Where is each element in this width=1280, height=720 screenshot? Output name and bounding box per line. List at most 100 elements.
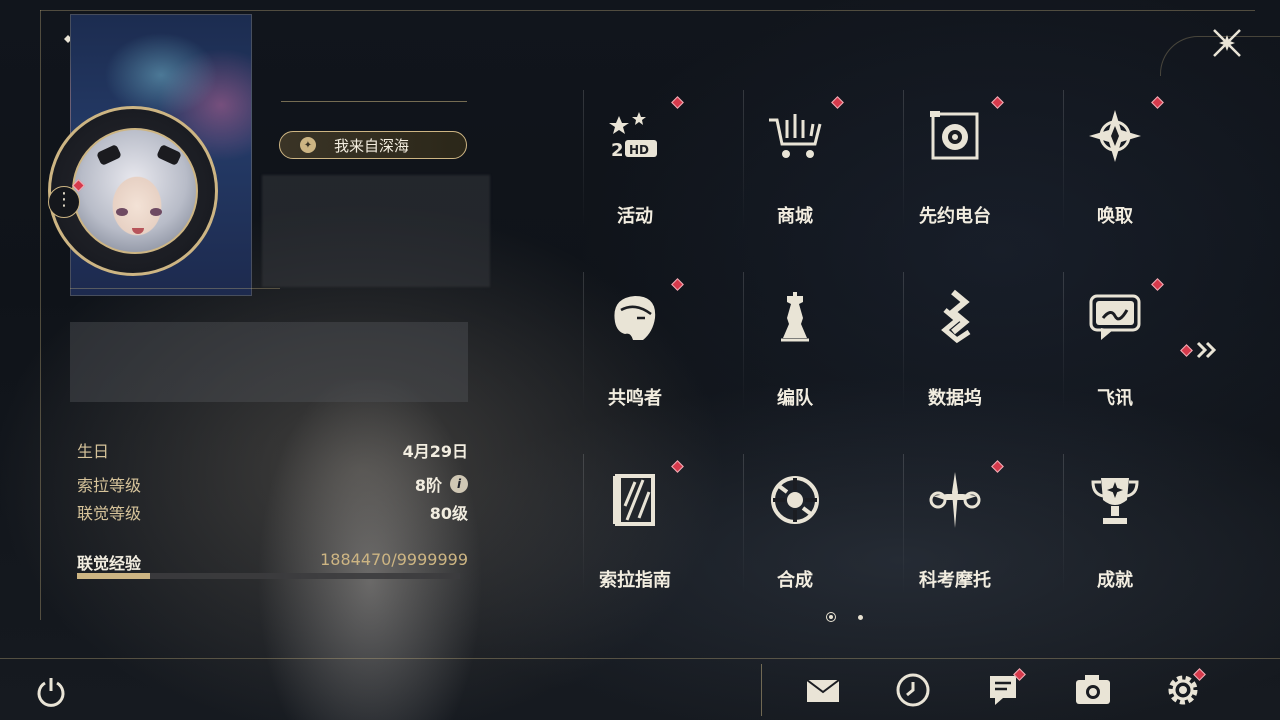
exp-progress-fill	[77, 573, 150, 579]
camera-icon	[1076, 675, 1110, 704]
hidden-player-info	[262, 175, 490, 287]
mail-icon	[806, 679, 840, 702]
exp-progress-bar	[77, 573, 460, 579]
menu-tile-shop-cart[interactable]: 商城	[715, 80, 875, 230]
photo-button[interactable]	[1073, 670, 1113, 710]
left-frame-line	[40, 10, 41, 620]
menu-tile-synthesis[interactable]: 合成	[715, 444, 875, 594]
next-page-badge	[1180, 343, 1193, 357]
double-chevron-right-icon	[1196, 341, 1217, 359]
avatar-eye-right	[150, 208, 162, 216]
svg-text:2: 2	[611, 140, 624, 161]
menu-tile-label: 活动	[617, 206, 653, 227]
schedule-button[interactable]	[893, 670, 933, 710]
top-frame-line	[40, 10, 1255, 11]
avatar[interactable]	[72, 128, 198, 254]
menu-tile-trophy[interactable]: 成就	[1035, 444, 1195, 594]
title-emblem-icon: ✦	[300, 137, 316, 153]
info-icon[interactable]: i	[450, 475, 468, 493]
menu-tile-badge	[671, 460, 684, 473]
page-dot-active[interactable]	[826, 612, 836, 622]
stat-label: 索拉等级	[77, 476, 142, 495]
hair-bow-left	[96, 144, 122, 166]
svg-text:HD: HD	[629, 143, 649, 157]
menu-tile-badge	[831, 96, 844, 109]
stat-value: 4月29日	[402, 442, 468, 461]
chess-team-icon	[765, 288, 825, 348]
bottom-frame-line	[0, 658, 1280, 659]
menu-tile-label: 先约电台	[919, 206, 991, 227]
card-divider	[70, 288, 280, 289]
notes-button[interactable]	[983, 668, 1026, 710]
mail-button[interactable]	[803, 670, 843, 710]
radio-icon	[925, 106, 985, 166]
close-icon	[1213, 29, 1241, 57]
hidden-signature	[70, 322, 468, 402]
data-bank-icon	[925, 288, 985, 348]
motorbike-icon	[925, 470, 985, 530]
stat-value: 80级	[429, 504, 468, 523]
chat-icon	[1085, 288, 1145, 348]
menu-tile-label: 编队	[777, 388, 813, 409]
bottom-separator	[761, 664, 762, 716]
player-name-underline	[281, 101, 467, 102]
page-dot[interactable]	[858, 614, 863, 620]
menu-tile-badge	[1151, 96, 1164, 109]
resonator-icon	[605, 288, 665, 348]
trophy-icon	[1085, 470, 1145, 530]
stat-value: 8阶	[414, 476, 442, 495]
menu-tile-radio[interactable]: 先约电台	[875, 80, 1035, 230]
convene-icon	[1085, 106, 1145, 166]
event-2hd-icon: 2 HD	[605, 106, 665, 166]
menu-tile-label: 飞讯	[1097, 388, 1133, 409]
menu-tile-label: 索拉指南	[599, 570, 671, 591]
guidebook-icon	[605, 470, 665, 530]
menu-tile-label: 科考摩托	[919, 570, 991, 591]
menu-tile-label: 商城	[777, 206, 813, 227]
menu-tile-badge	[671, 278, 684, 291]
menu-tile-badge	[671, 96, 684, 109]
profile-stats: 生日 4月29日 索拉等级 8阶 i 联觉等级 80级	[77, 436, 468, 526]
menu-tile-motorbike[interactable]: 科考摩托	[875, 444, 1035, 594]
avatar-eye-left	[116, 208, 128, 216]
stat-birthday: 生日 4月29日	[77, 436, 468, 464]
power-button[interactable]	[34, 674, 68, 708]
menu-tile-label: 合成	[777, 570, 813, 591]
menu-tile-badge	[1151, 278, 1164, 291]
exp-value: 1884470/9999999	[320, 550, 468, 569]
hair-bow-right	[156, 144, 182, 166]
settings-button[interactable]	[1163, 668, 1206, 710]
clock-icon	[896, 673, 930, 707]
player-title: 我来自深海	[334, 136, 410, 155]
player-title-badge[interactable]: ✦ 我来自深海	[279, 131, 467, 159]
stat-label: 生日	[77, 442, 110, 461]
more-dots-icon: ⋮	[55, 189, 73, 210]
menu-tile-data-bank[interactable]: 数据坞	[875, 262, 1035, 412]
union-exp: 联觉经验 1884470/9999999	[77, 550, 468, 574]
profile-more-button[interactable]: ⋮	[48, 186, 80, 218]
menu-tile-chess-team[interactable]: 编队	[715, 262, 875, 412]
menu-tile-label: 唤取	[1097, 206, 1133, 227]
avatar-mouth	[132, 228, 144, 234]
menu-tile-label: 数据坞	[928, 388, 982, 409]
exp-label: 联觉经验	[77, 554, 142, 573]
stat-label: 联觉等级	[77, 504, 142, 523]
stat-sol-rank: 索拉等级 8阶 i	[77, 470, 468, 498]
stat-value-wrap: 8阶 i	[415, 472, 468, 496]
menu-tile-resonator[interactable]: 共鸣者	[555, 262, 715, 412]
menu-tile-event-2hd[interactable]: 2 HD 活动	[555, 80, 715, 230]
shop-cart-icon	[765, 106, 825, 166]
page-indicator	[826, 612, 863, 622]
menu-tile-chat[interactable]: 飞讯	[1035, 262, 1195, 412]
menu-tile-convene[interactable]: 唤取	[1035, 80, 1195, 230]
close-button[interactable]	[1206, 22, 1248, 64]
menu-tile-label: 成就	[1097, 570, 1133, 591]
menu-tile-guidebook[interactable]: 索拉指南	[555, 444, 715, 594]
menu-tile-label: 共鸣者	[608, 388, 662, 409]
stat-union-level: 联觉等级 80级	[77, 498, 468, 526]
menu-tile-badge	[991, 96, 1004, 109]
menu-tile-badge	[991, 460, 1004, 473]
power-icon	[37, 678, 65, 707]
synthesis-icon	[765, 470, 825, 530]
next-page-button[interactable]	[1180, 338, 1222, 362]
